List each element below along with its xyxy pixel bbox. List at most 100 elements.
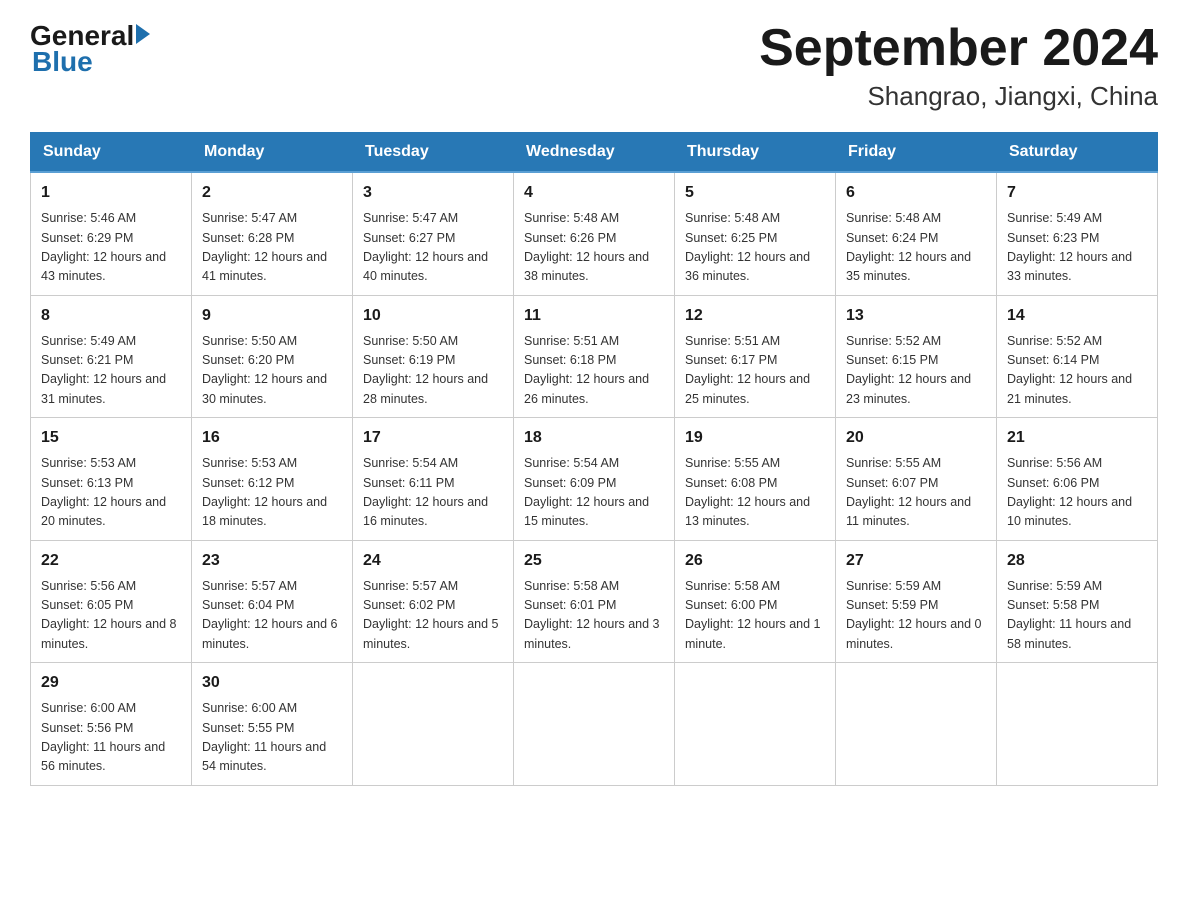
day-number: 7: [1007, 181, 1147, 205]
calendar-cell: 23 Sunrise: 5:57 AMSunset: 6:04 PMDayligh…: [192, 540, 353, 663]
calendar-cell: 6 Sunrise: 5:48 AMSunset: 6:24 PMDaylight…: [836, 172, 997, 295]
day-number: 5: [685, 181, 825, 205]
header-day-friday: Friday: [836, 133, 997, 173]
day-number: 9: [202, 304, 342, 328]
calendar-cell: 16Sunrise: 5:53 AMSunset: 6:12 PMDayligh…: [192, 418, 353, 541]
header-day-tuesday: Tuesday: [353, 133, 514, 173]
header-day-sunday: Sunday: [31, 133, 192, 173]
calendar-week-1: 1 Sunrise: 5:46 AMSunset: 6:29 PMDaylight…: [31, 172, 1158, 295]
day-number: 8: [41, 304, 181, 328]
calendar-cell: 25 Sunrise: 5:58 AMSunset: 6:01 PMDayligh…: [514, 540, 675, 663]
day-info: Sunrise: 5:57 AMSunset: 6:04 PMDaylight:…: [202, 577, 342, 655]
day-info: Sunrise: 6:00 AMSunset: 5:55 PMDaylight:…: [202, 699, 342, 777]
calendar-cell: 24Sunrise: 5:57 AMSunset: 6:02 PMDayligh…: [353, 540, 514, 663]
day-info: Sunrise: 5:50 AMSunset: 6:20 PMDaylight:…: [202, 332, 342, 410]
day-number: 23: [202, 549, 342, 573]
calendar-cell: 5 Sunrise: 5:48 AMSunset: 6:25 PMDaylight…: [675, 172, 836, 295]
day-number: 19: [685, 426, 825, 450]
calendar-subtitle: Shangrao, Jiangxi, China: [759, 81, 1158, 112]
day-info: Sunrise: 5:46 AMSunset: 6:29 PMDaylight:…: [41, 209, 181, 287]
day-number: 25: [524, 549, 664, 573]
day-info: Sunrise: 5:54 AMSunset: 6:11 PMDaylight:…: [363, 454, 503, 532]
day-info: Sunrise: 5:59 AMSunset: 5:59 PMDaylight:…: [846, 577, 986, 655]
day-number: 24: [363, 549, 503, 573]
calendar-cell: 4 Sunrise: 5:48 AMSunset: 6:26 PMDaylight…: [514, 172, 675, 295]
day-info: Sunrise: 5:56 AMSunset: 6:05 PMDaylight:…: [41, 577, 181, 655]
day-info: Sunrise: 5:48 AMSunset: 6:24 PMDaylight:…: [846, 209, 986, 287]
day-number: 16: [202, 426, 342, 450]
day-number: 28: [1007, 549, 1147, 573]
calendar-cell: 26 Sunrise: 5:58 AMSunset: 6:00 PMDayligh…: [675, 540, 836, 663]
calendar-cell: 18 Sunrise: 5:54 AMSunset: 6:09 PMDayligh…: [514, 418, 675, 541]
day-number: 21: [1007, 426, 1147, 450]
day-number: 22: [41, 549, 181, 573]
calendar-cell: 22 Sunrise: 5:56 AMSunset: 6:05 PMDayligh…: [31, 540, 192, 663]
day-number: 15: [41, 426, 181, 450]
day-number: 18: [524, 426, 664, 450]
day-info: Sunrise: 5:47 AMSunset: 6:27 PMDaylight:…: [363, 209, 503, 287]
day-number: 13: [846, 304, 986, 328]
calendar-cell: [836, 663, 997, 786]
day-info: Sunrise: 5:51 AMSunset: 6:18 PMDaylight:…: [524, 332, 664, 410]
header-day-wednesday: Wednesday: [514, 133, 675, 173]
calendar-cell: 21Sunrise: 5:56 AMSunset: 6:06 PMDayligh…: [997, 418, 1158, 541]
day-info: Sunrise: 5:58 AMSunset: 6:00 PMDaylight:…: [685, 577, 825, 655]
calendar-table: SundayMondayTuesdayWednesdayThursdayFrid…: [30, 132, 1158, 786]
day-info: Sunrise: 5:47 AMSunset: 6:28 PMDaylight:…: [202, 209, 342, 287]
calendar-cell: 28 Sunrise: 5:59 AMSunset: 5:58 PMDayligh…: [997, 540, 1158, 663]
calendar-cell: 7 Sunrise: 5:49 AMSunset: 6:23 PMDaylight…: [997, 172, 1158, 295]
day-number: 6: [846, 181, 986, 205]
calendar-cell: 1 Sunrise: 5:46 AMSunset: 6:29 PMDaylight…: [31, 172, 192, 295]
calendar-cell: 20 Sunrise: 5:55 AMSunset: 6:07 PMDayligh…: [836, 418, 997, 541]
day-number: 14: [1007, 304, 1147, 328]
calendar-cell: 14Sunrise: 5:52 AMSunset: 6:14 PMDayligh…: [997, 295, 1158, 418]
calendar-week-4: 22 Sunrise: 5:56 AMSunset: 6:05 PMDayligh…: [31, 540, 1158, 663]
day-info: Sunrise: 5:59 AMSunset: 5:58 PMDaylight:…: [1007, 577, 1147, 655]
day-number: 10: [363, 304, 503, 328]
calendar-cell: 12 Sunrise: 5:51 AMSunset: 6:17 PMDayligh…: [675, 295, 836, 418]
calendar-cell: [353, 663, 514, 786]
day-number: 29: [41, 671, 181, 695]
calendar-cell: 9 Sunrise: 5:50 AMSunset: 6:20 PMDaylight…: [192, 295, 353, 418]
day-number: 4: [524, 181, 664, 205]
day-info: Sunrise: 5:49 AMSunset: 6:21 PMDaylight:…: [41, 332, 181, 410]
day-number: 3: [363, 181, 503, 205]
day-info: Sunrise: 5:49 AMSunset: 6:23 PMDaylight:…: [1007, 209, 1147, 287]
day-number: 17: [363, 426, 503, 450]
day-info: Sunrise: 5:48 AMSunset: 6:25 PMDaylight:…: [685, 209, 825, 287]
calendar-cell: 8 Sunrise: 5:49 AMSunset: 6:21 PMDaylight…: [31, 295, 192, 418]
calendar-week-2: 8 Sunrise: 5:49 AMSunset: 6:21 PMDaylight…: [31, 295, 1158, 418]
day-info: Sunrise: 6:00 AMSunset: 5:56 PMDaylight:…: [41, 699, 181, 777]
calendar-title-block: September 2024 Shangrao, Jiangxi, China: [759, 20, 1158, 112]
calendar-cell: [675, 663, 836, 786]
header-day-saturday: Saturday: [997, 133, 1158, 173]
day-info: Sunrise: 5:51 AMSunset: 6:17 PMDaylight:…: [685, 332, 825, 410]
day-number: 1: [41, 181, 181, 205]
calendar-cell: 3 Sunrise: 5:47 AMSunset: 6:27 PMDaylight…: [353, 172, 514, 295]
day-info: Sunrise: 5:55 AMSunset: 6:08 PMDaylight:…: [685, 454, 825, 532]
header-day-thursday: Thursday: [675, 133, 836, 173]
calendar-week-5: 29 Sunrise: 6:00 AMSunset: 5:56 PMDayligh…: [31, 663, 1158, 786]
day-number: 26: [685, 549, 825, 573]
logo: General Blue: [30, 20, 150, 78]
calendar-cell: [514, 663, 675, 786]
day-info: Sunrise: 5:55 AMSunset: 6:07 PMDaylight:…: [846, 454, 986, 532]
calendar-cell: 29 Sunrise: 6:00 AMSunset: 5:56 PMDayligh…: [31, 663, 192, 786]
calendar-cell: 30 Sunrise: 6:00 AMSunset: 5:55 PMDayligh…: [192, 663, 353, 786]
day-info: Sunrise: 5:54 AMSunset: 6:09 PMDaylight:…: [524, 454, 664, 532]
day-info: Sunrise: 5:53 AMSunset: 6:13 PMDaylight:…: [41, 454, 181, 532]
day-number: 2: [202, 181, 342, 205]
day-info: Sunrise: 5:50 AMSunset: 6:19 PMDaylight:…: [363, 332, 503, 410]
calendar-cell: 15 Sunrise: 5:53 AMSunset: 6:13 PMDayligh…: [31, 418, 192, 541]
day-info: Sunrise: 5:52 AMSunset: 6:15 PMDaylight:…: [846, 332, 986, 410]
day-number: 12: [685, 304, 825, 328]
day-info: Sunrise: 5:58 AMSunset: 6:01 PMDaylight:…: [524, 577, 664, 655]
calendar-cell: 17 Sunrise: 5:54 AMSunset: 6:11 PMDayligh…: [353, 418, 514, 541]
day-number: 20: [846, 426, 986, 450]
calendar-cell: 11 Sunrise: 5:51 AMSunset: 6:18 PMDayligh…: [514, 295, 675, 418]
day-number: 11: [524, 304, 664, 328]
day-info: Sunrise: 5:48 AMSunset: 6:26 PMDaylight:…: [524, 209, 664, 287]
header-day-monday: Monday: [192, 133, 353, 173]
calendar-cell: 13 Sunrise: 5:52 AMSunset: 6:15 PMDayligh…: [836, 295, 997, 418]
day-number: 30: [202, 671, 342, 695]
